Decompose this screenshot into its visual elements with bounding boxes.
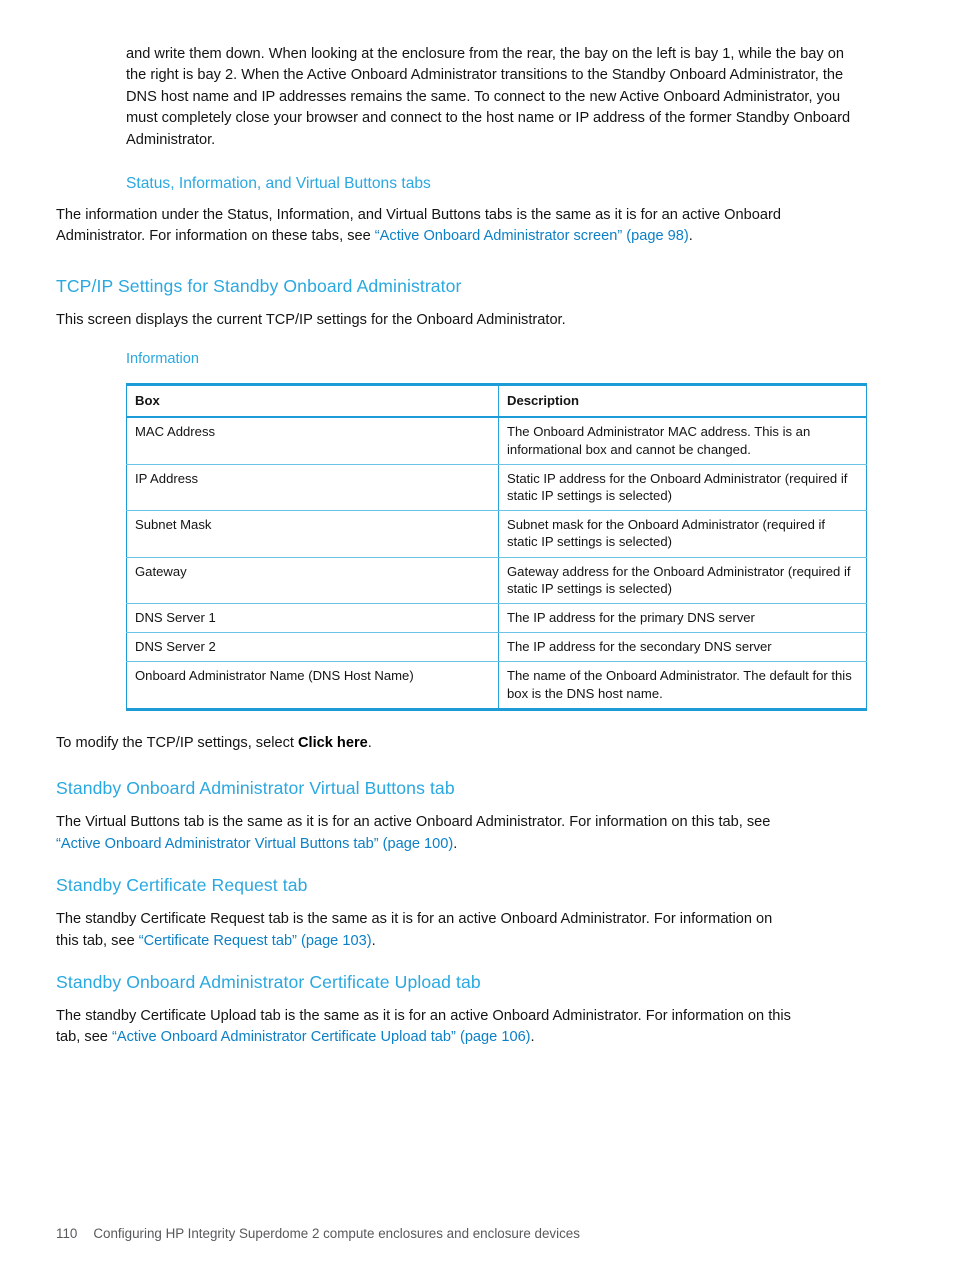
paragraph-text-tail: .: [367, 734, 372, 751]
paragraph-certificate-request: The standby Certificate Request tab is t…: [56, 909, 798, 952]
heading-status-information-virtual-buttons-tabs: Status, Information, and Virtual Buttons…: [126, 175, 431, 193]
click-here-label[interactable]: Click here: [298, 735, 368, 751]
cross-reference-link-virtual-buttons-tab[interactable]: “Active Onboard Administrator Virtual Bu…: [56, 836, 453, 852]
heading-standby-oa-virtual-buttons-tab: Standby Onboard Administrator Virtual Bu…: [56, 778, 455, 799]
table-row: DNS Server 2 The IP address for the seco…: [126, 632, 867, 663]
table-body: MAC Address The Onboard Administrator MA…: [126, 417, 867, 710]
table-row: MAC Address The Onboard Administrator MA…: [126, 417, 867, 465]
paragraph-modify-tcpip: To modify the TCP/IP settings, select Cl…: [56, 733, 798, 754]
cell-description: Gateway address for the Onboard Administ…: [498, 557, 867, 605]
cell-box: IP Address: [126, 464, 499, 512]
cell-description: The Onboard Administrator MAC address. T…: [498, 417, 867, 465]
table-header-row: Box Description: [126, 384, 867, 419]
information-table: Box Description MAC Address The Onboard …: [126, 383, 867, 711]
table-row: Onboard Administrator Name (DNS Host Nam…: [126, 661, 867, 710]
paragraph-certificate-upload: The standby Certificate Upload tab is th…: [56, 1006, 798, 1049]
cell-box: MAC Address: [126, 417, 499, 465]
cell-description: The name of the Onboard Administrator. T…: [507, 668, 852, 701]
cell-description: The IP address for the secondary DNS ser…: [498, 632, 867, 663]
cell-box: Gateway: [126, 557, 499, 605]
paragraph-text: To modify the TCP/IP settings, select: [56, 734, 298, 751]
cross-reference-link-certificate-request-tab[interactable]: “Certificate Request tab” (page 103): [139, 933, 372, 949]
paragraph-text-tail: .: [688, 228, 693, 245]
column-header-description: Description: [498, 384, 867, 419]
column-header-box: Box: [126, 384, 499, 419]
heading-standby-oa-certificate-upload-tab: Standby Onboard Administrator Certificat…: [56, 971, 481, 992]
paragraph-tcpip-intro: This screen displays the current TCP/IP …: [56, 311, 566, 328]
intro-paragraph: and write them down. When looking at the…: [126, 46, 851, 148]
paragraph-virtual-buttons: The Virtual Buttons tab is the same as i…: [56, 812, 798, 855]
page-content: and write them down. When looking at the…: [56, 44, 868, 1049]
footer-chapter-title: Configuring HP Integrity Superdome 2 com…: [93, 1226, 580, 1241]
cell-description: Subnet mask for the Onboard Administrato…: [498, 510, 867, 558]
document-page: and write them down. When looking at the…: [0, 0, 954, 1271]
table-row: IP Address Static IP address for the Onb…: [126, 464, 867, 512]
table-row: Gateway Gateway address for the Onboard …: [126, 557, 867, 605]
page-footer: 110 Configuring HP Integrity Superdome 2 …: [56, 1225, 580, 1243]
paragraph-text-tail: .: [530, 1029, 535, 1046]
cell-box: DNS Server 1: [126, 603, 499, 634]
paragraph-status-tabs: The information under the Status, Inform…: [56, 205, 798, 248]
cross-reference-link-certificate-upload-tab[interactable]: “Active Onboard Administrator Certificat…: [112, 1029, 531, 1045]
table-row: Subnet Mask Subnet mask for the Onboard …: [126, 510, 867, 558]
cell-box: Subnet Mask: [126, 510, 499, 558]
information-table-wrapper: Box Description MAC Address The Onboard …: [126, 383, 867, 711]
cell-description: Static IP address for the Onboard Admini…: [498, 464, 867, 512]
heading-information: Information: [126, 351, 200, 368]
cell-box: Onboard Administrator Name (DNS Host Nam…: [126, 661, 499, 710]
heading-standby-certificate-request-tab: Standby Certificate Request tab: [56, 875, 308, 896]
paragraph-text: The Virtual Buttons tab is the same as i…: [56, 814, 771, 831]
paragraph-text-tail: .: [453, 835, 458, 852]
heading-tcpip-settings-standby-oa: TCP/IP Settings for Standby Onboard Admi…: [56, 275, 462, 296]
cell-description: The IP address for the primary DNS serve…: [498, 603, 867, 634]
table-row: DNS Server 1 The IP address for the prim…: [126, 603, 867, 634]
cross-reference-link-active-oa-screen[interactable]: “Active Onboard Administrator screen” (p…: [375, 228, 689, 244]
paragraph-text-tail: .: [371, 932, 376, 949]
footer-page-number: 110: [56, 1226, 78, 1241]
cell-box: DNS Server 2: [126, 632, 499, 663]
